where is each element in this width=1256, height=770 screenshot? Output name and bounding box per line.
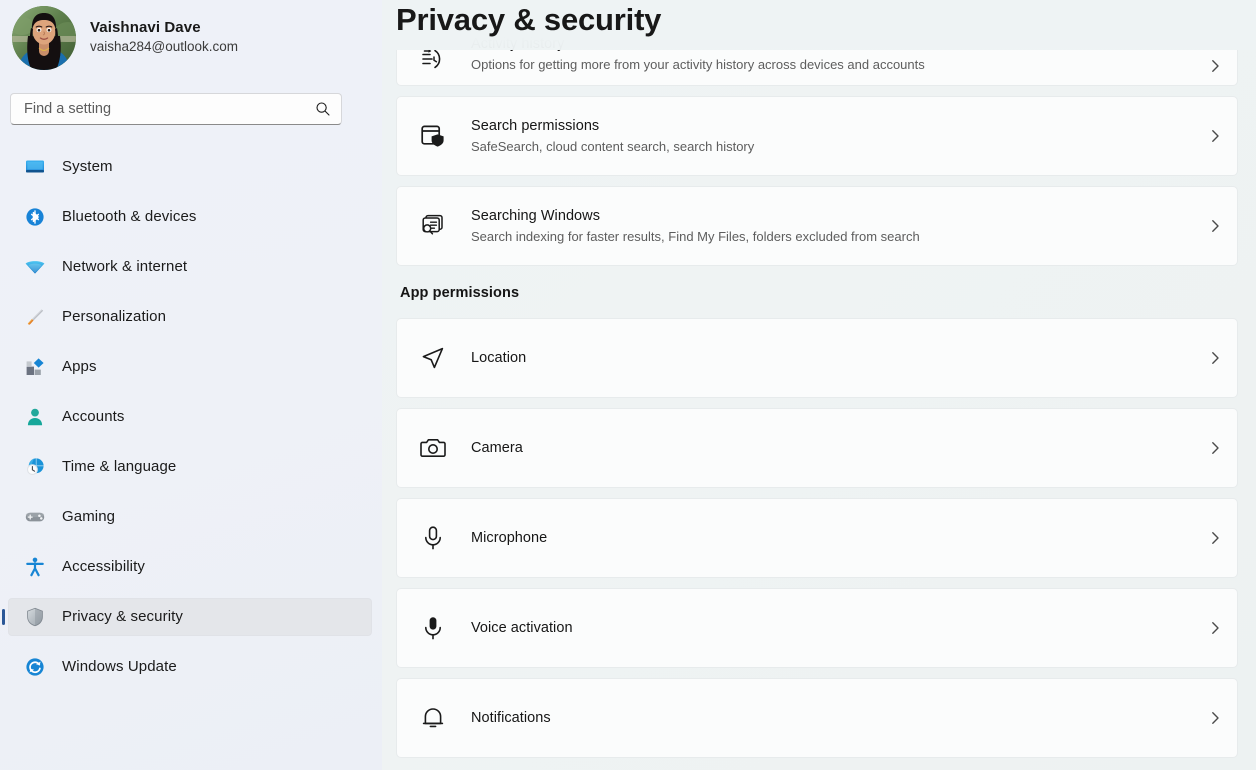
- chevron-right-icon[interactable]: [1207, 58, 1223, 74]
- card-subtitle: Search indexing for faster results, Find…: [471, 227, 1197, 246]
- setting-card-search-permissions[interactable]: Search permissions SafeSearch, cloud con…: [396, 96, 1238, 176]
- wifi-icon: [24, 256, 46, 278]
- account-text: Vaishnavi Dave vaisha284@outlook.com: [90, 18, 238, 58]
- chevron-right-icon[interactable]: [1207, 530, 1223, 546]
- setting-card-voice-activation[interactable]: Voice activation: [396, 588, 1238, 668]
- setting-card-searching-windows[interactable]: Searching Windows Search indexing for fa…: [396, 186, 1238, 266]
- person-icon: [24, 406, 46, 428]
- card-text: Location: [471, 348, 1197, 368]
- shield-icon: [24, 606, 46, 628]
- settings-list: Activity history Options for getting mor…: [382, 50, 1256, 770]
- sidebar-item-label: Gaming: [62, 507, 115, 527]
- chevron-right-icon[interactable]: [1207, 710, 1223, 726]
- apps-grid-icon: [24, 356, 46, 378]
- sidebar-item-accessibility[interactable]: Accessibility: [8, 548, 372, 586]
- sidebar-item-windows-update[interactable]: Windows Update: [8, 648, 372, 686]
- sidebar-item-apps[interactable]: Apps: [8, 348, 372, 386]
- sidebar-item-label: Network & internet: [62, 257, 187, 277]
- card-text: Notifications: [471, 708, 1197, 728]
- card-subtitle: Options for getting more from your activ…: [471, 55, 1197, 74]
- microphone-solid-icon: [419, 614, 447, 642]
- chevron-right-icon[interactable]: [1207, 620, 1223, 636]
- sidebar-item-label: Personalization: [62, 307, 166, 327]
- monitor-icon: [24, 156, 46, 178]
- activity-history-icon: [419, 46, 447, 74]
- update-refresh-icon: [24, 656, 46, 678]
- sidebar-item-gaming[interactable]: Gaming: [8, 498, 372, 536]
- chevron-right-icon[interactable]: [1207, 218, 1223, 234]
- card-title: Searching Windows: [471, 206, 1197, 226]
- card-text: Search permissions SafeSearch, cloud con…: [471, 116, 1197, 156]
- sidebar-item-personalization[interactable]: Personalization: [8, 298, 372, 336]
- camera-icon: [419, 434, 447, 462]
- chevron-right-icon[interactable]: [1207, 440, 1223, 456]
- account-header[interactable]: Vaishnavi Dave vaisha284@outlook.com: [0, 0, 382, 66]
- sidebar-item-system[interactable]: System: [8, 148, 372, 186]
- account-name: Vaishnavi Dave: [90, 18, 238, 37]
- main-content: Privacy & security Activity history Opti…: [382, 0, 1256, 770]
- sidebar-item-network-internet[interactable]: Network & internet: [8, 248, 372, 286]
- account-email: vaisha284@outlook.com: [90, 38, 238, 56]
- paintbrush-icon: [24, 306, 46, 328]
- page-title: Privacy & security: [382, 0, 1256, 50]
- sidebar-item-accounts[interactable]: Accounts: [8, 398, 372, 436]
- sidebar-item-label: Apps: [62, 357, 97, 377]
- bluetooth-icon: [24, 206, 46, 228]
- card-title: Voice activation: [471, 618, 1197, 638]
- setting-card-notifications[interactable]: Notifications: [396, 678, 1238, 758]
- avatar: [12, 6, 76, 70]
- setting-card-location[interactable]: Location: [396, 318, 1238, 398]
- card-text: Searching Windows Search indexing for fa…: [471, 206, 1197, 246]
- card-title: Location: [471, 348, 1197, 368]
- card-title: Camera: [471, 438, 1197, 458]
- chevron-right-icon[interactable]: [1207, 128, 1223, 144]
- search-permissions-icon: [419, 122, 447, 150]
- sidebar-item-label: Accessibility: [62, 557, 145, 577]
- microphone-icon: [419, 524, 447, 552]
- sidebar-item-bluetooth-devices[interactable]: Bluetooth & devices: [8, 198, 372, 236]
- sidebar-item-label: Bluetooth & devices: [62, 207, 196, 227]
- location-arrow-icon: [419, 344, 447, 372]
- sidebar-item-label: System: [62, 157, 113, 177]
- card-text: Microphone: [471, 528, 1197, 548]
- card-text: Camera: [471, 438, 1197, 458]
- search-icon: [315, 101, 331, 117]
- sidebar-item-label: Accounts: [62, 407, 125, 427]
- search-input[interactable]: [24, 94, 315, 124]
- search-box[interactable]: [10, 93, 342, 125]
- clock-globe-icon: [24, 456, 46, 478]
- sidebar-nav: System Bluetooth & devices: [0, 148, 382, 686]
- page-title-text: Privacy & security: [396, 0, 661, 42]
- sidebar-item-privacy-security[interactable]: Privacy & security: [8, 598, 372, 636]
- card-text: Voice activation: [471, 618, 1197, 638]
- search-container: [10, 93, 370, 125]
- card-title: Search permissions: [471, 116, 1197, 136]
- setting-card-microphone[interactable]: Microphone: [396, 498, 1238, 578]
- setting-card-camera[interactable]: Camera: [396, 408, 1238, 488]
- card-title: Notifications: [471, 708, 1197, 728]
- searching-windows-icon: [419, 212, 447, 240]
- accessibility-icon: [24, 556, 46, 578]
- section-header-app-permissions: App permissions: [400, 285, 1256, 301]
- card-subtitle: SafeSearch, cloud content search, search…: [471, 137, 1197, 156]
- chevron-right-icon[interactable]: [1207, 350, 1223, 366]
- sidebar-item-label: Privacy & security: [62, 607, 183, 627]
- sidebar: Vaishnavi Dave vaisha284@outlook.com: [0, 0, 382, 770]
- card-title: Microphone: [471, 528, 1197, 548]
- sidebar-item-time-language[interactable]: Time & language: [8, 448, 372, 486]
- sidebar-item-label: Time & language: [62, 457, 176, 477]
- gamepad-icon: [24, 506, 46, 528]
- bell-icon: [419, 704, 447, 732]
- sidebar-item-label: Windows Update: [62, 657, 177, 677]
